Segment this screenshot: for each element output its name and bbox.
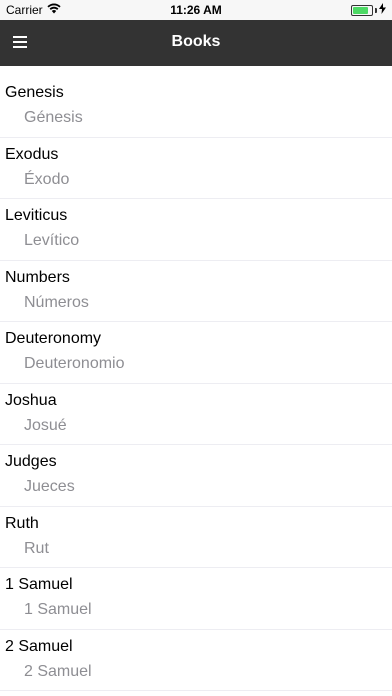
book-name-spanish: Levítico xyxy=(24,232,80,249)
navigation-bar: Books xyxy=(0,20,392,66)
book-name-spanish: Jueces xyxy=(24,478,75,495)
book-row[interactable]: Leviticus Levítico xyxy=(0,199,392,261)
book-name-english: Genesis xyxy=(5,84,64,101)
book-name-english: 2 Samuel xyxy=(5,637,73,655)
book-row[interactable]: 1 Samuel 1 Samuel xyxy=(0,568,392,630)
book-list: Genesis Génesis Exodus Éxodo Leviticus Levíti… xyxy=(0,76,392,691)
book-name-spanish: Josué xyxy=(24,416,67,434)
book-name-spanish: Deuteronomio xyxy=(24,355,125,372)
book-row[interactable]: Joshua Josué xyxy=(0,383,392,445)
book-row[interactable]: Numbers Números xyxy=(0,260,392,322)
book-name-spanish: Rut xyxy=(24,539,49,557)
status-right xyxy=(351,3,386,17)
book-name-english: Judges xyxy=(5,453,57,470)
charging-bolt-icon xyxy=(379,3,386,17)
book-row[interactable]: Genesis Génesis xyxy=(0,76,392,138)
book-name-spanish: Números xyxy=(24,293,89,311)
book-row[interactable]: 2 Samuel 2 Samuel xyxy=(0,629,392,691)
book-name-english: 1 Samuel xyxy=(5,576,73,593)
book-row[interactable]: Exodus Éxodo xyxy=(0,137,392,199)
book-name-spanish: 2 Samuel xyxy=(24,662,92,680)
book-name-spanish: Éxodo xyxy=(24,170,70,188)
book-name-english: Exodus xyxy=(5,145,59,163)
book-name-spanish: Génesis xyxy=(24,109,83,126)
battery-icon xyxy=(351,4,373,16)
page-title: Books xyxy=(171,33,221,50)
status-bar: Carrier 11:26 AM xyxy=(0,0,392,20)
book-name-english: Deuteronomy xyxy=(5,330,102,347)
book-name-english: Joshua xyxy=(5,391,57,409)
battery-cap xyxy=(375,7,377,13)
status-time: 11:26 AM xyxy=(170,3,222,17)
battery-fill xyxy=(353,6,369,14)
book-name-english: Numbers xyxy=(5,268,70,286)
book-name-english: Ruth xyxy=(5,514,39,532)
book-row[interactable]: Deuteronomy Deuteronomio xyxy=(0,322,392,384)
book-row[interactable]: Ruth Rut xyxy=(0,506,392,568)
book-name-spanish: 1 Samuel xyxy=(24,601,92,618)
book-row[interactable]: Judges Jueces xyxy=(0,445,392,507)
book-name-english: Leviticus xyxy=(5,207,68,224)
